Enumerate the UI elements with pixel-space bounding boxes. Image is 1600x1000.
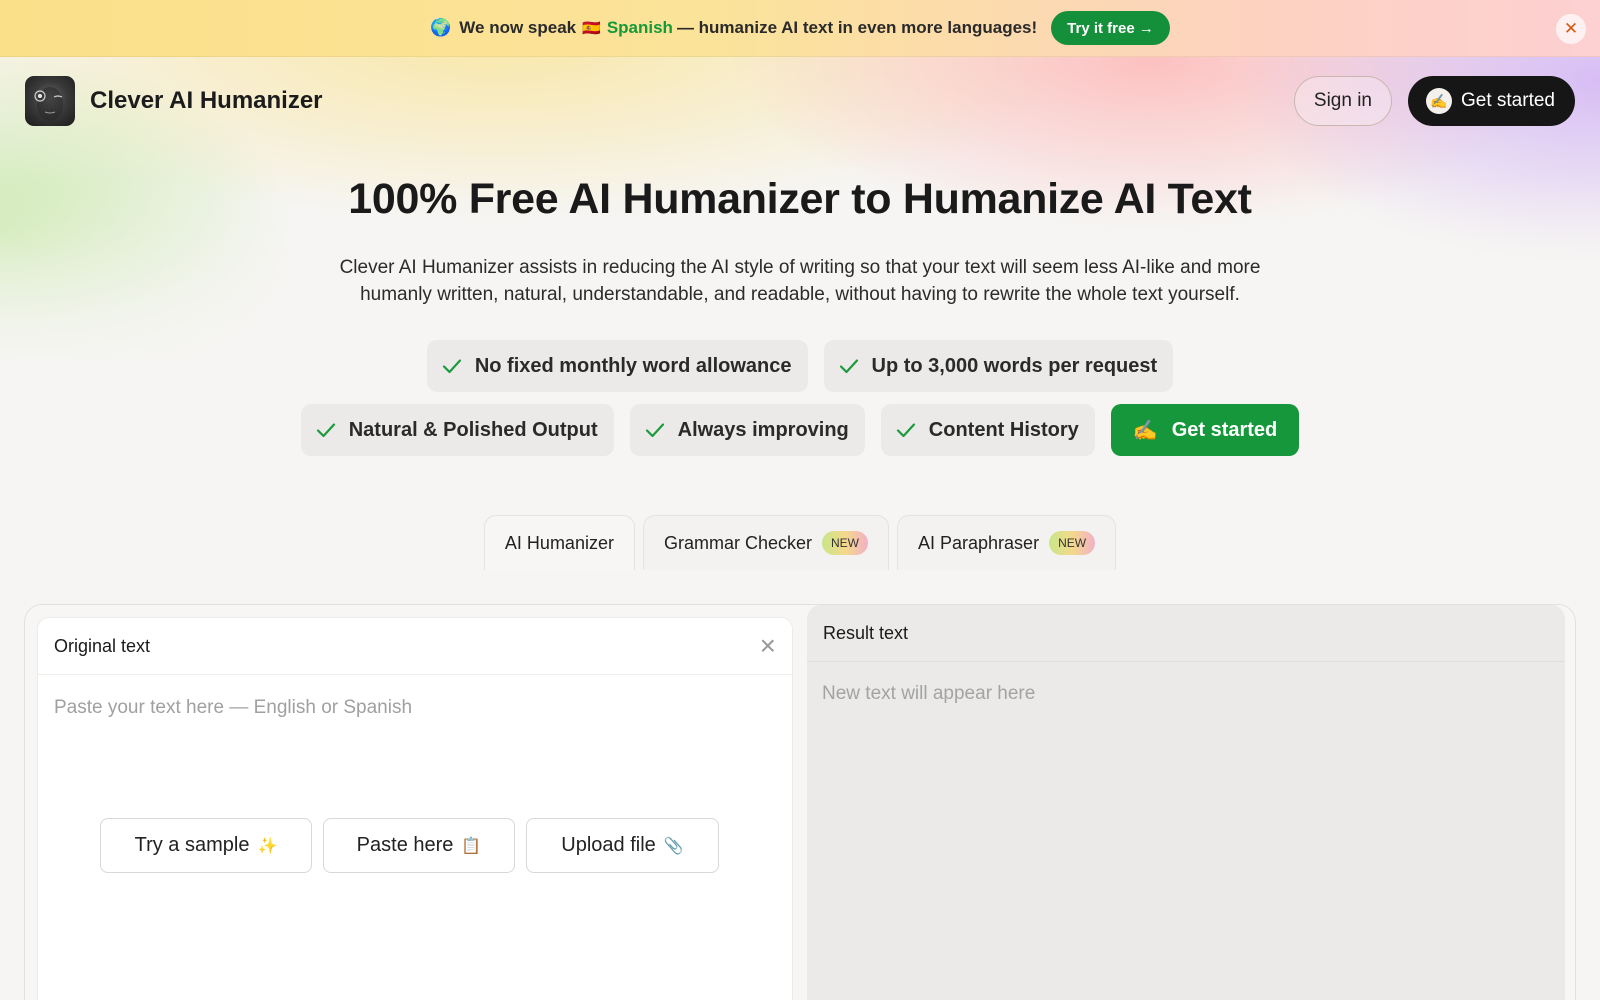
page-title: 100% Free AI Humanizer to Humanize AI Te… <box>348 175 1252 223</box>
button-label: Upload file <box>561 834 656 856</box>
new-badge: NEW <box>822 531 868 555</box>
globe-icon: 🌍 <box>430 18 452 37</box>
feature-row-1: No fixed monthly word allowance Up to 3,… <box>426 340 1174 392</box>
tab-label: AI Paraphraser <box>918 532 1040 553</box>
editor-panel: Original text × Try a sample ✨ Paste her… <box>24 604 1576 1000</box>
sign-in-button[interactable]: Sign in <box>1293 76 1392 126</box>
announcement-prefix: We now speak <box>459 18 577 37</box>
feature-label: Content History <box>928 418 1079 441</box>
feature-label: Natural & Polished Output <box>348 418 598 441</box>
original-text-pane: Original text × Try a sample ✨ Paste her… <box>37 617 793 1000</box>
hero-subtitle: Clever AI Humanizer assists in reducing … <box>339 257 1261 305</box>
announcement-language: Spanish <box>606 18 673 37</box>
logo-icon <box>25 76 75 126</box>
tool-tabs: AI Humanizer Grammar Checker NEW AI Para… <box>0 515 1600 570</box>
tab-label: Grammar Checker <box>663 532 812 553</box>
announcement-bar: 🌍 We now speak 🇪🇸 Spanish — humanize AI … <box>0 0 1600 57</box>
tab-label: AI Humanizer <box>504 532 614 553</box>
spain-flag-icon: 🇪🇸 <box>582 20 601 37</box>
checkmark-icon <box>442 359 461 374</box>
brand-name: Clever AI Humanizer <box>90 87 323 114</box>
result-text-title: Result text <box>823 622 909 643</box>
announcement-suffix: — humanize AI text in even more language… <box>676 18 1038 37</box>
new-badge: NEW <box>1049 531 1096 555</box>
upload-file-button[interactable]: Upload file 📎 <box>526 818 719 873</box>
feature-chip: Always improving <box>629 404 865 456</box>
feature-chip: Content History <box>880 404 1095 456</box>
input-actions: Try a sample ✨ Paste here 📋 Upload file … <box>100 818 719 873</box>
paperclip-icon: 📎 <box>663 837 684 855</box>
feature-label: No fixed monthly word allowance <box>474 354 792 377</box>
tab-ai-humanizer[interactable]: AI Humanizer <box>483 515 635 570</box>
hero-get-started-button[interactable]: ✍️ Get started <box>1110 404 1300 456</box>
clipboard-icon: 📋 <box>461 837 482 855</box>
feature-row-2: Natural & Polished Output Always improvi… <box>300 404 1300 456</box>
site-header: Clever AI Humanizer Sign in ✍️ Get start… <box>0 57 1600 145</box>
original-text-header: Original text × <box>38 618 792 675</box>
result-text-pane: Result text New text will appear here <box>807 605 1565 1000</box>
brand[interactable]: Clever AI Humanizer <box>25 76 323 126</box>
feature-chip: Up to 3,000 words per request <box>823 340 1174 392</box>
writing-hand-icon: ✍️ <box>1426 88 1452 114</box>
writing-hand-icon: ✍️ <box>1132 419 1158 442</box>
result-text-header: Result text <box>807 605 1565 662</box>
result-placeholder: New text will appear here <box>822 683 1036 704</box>
feature-chip: Natural & Polished Output <box>300 404 614 456</box>
feature-list: No fixed monthly word allowance Up to 3,… <box>0 340 1600 456</box>
get-started-label: Get started <box>1461 90 1555 111</box>
clear-text-icon[interactable]: × <box>760 632 776 660</box>
header-get-started-button[interactable]: ✍️ Get started <box>1408 76 1575 126</box>
header-actions: Sign in ✍️ Get started <box>1293 76 1575 126</box>
checkmark-icon <box>896 423 915 438</box>
button-label: Try a sample <box>134 834 250 856</box>
checkmark-icon <box>316 423 335 438</box>
tab-grammar-checker[interactable]: Grammar Checker NEW <box>642 515 889 570</box>
close-announcement-icon[interactable]: ✕ <box>1556 14 1586 44</box>
original-text-title: Original text <box>54 635 151 656</box>
checkmark-icon <box>645 423 664 438</box>
original-text-input[interactable] <box>38 675 792 795</box>
get-started-label: Get started <box>1171 418 1278 441</box>
checkmark-icon <box>839 359 858 374</box>
paste-here-button[interactable]: Paste here 📋 <box>323 818 515 873</box>
button-label: Paste here <box>356 834 454 856</box>
sparkles-icon: ✨ <box>257 837 278 855</box>
tab-ai-paraphraser[interactable]: AI Paraphraser NEW <box>897 515 1117 570</box>
try-sample-button[interactable]: Try a sample ✨ <box>100 818 312 873</box>
try-it-free-button[interactable]: Try it free → <box>1051 11 1170 45</box>
feature-label: Always improving <box>677 418 849 441</box>
feature-label: Up to 3,000 words per request <box>871 354 1158 377</box>
feature-chip: No fixed monthly word allowance <box>426 340 808 392</box>
